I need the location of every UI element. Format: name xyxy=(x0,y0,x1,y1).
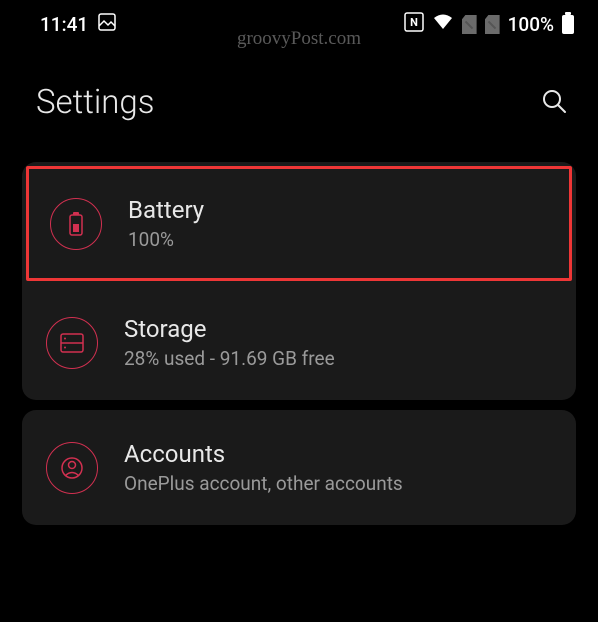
status-time: 11:41 xyxy=(40,13,88,36)
sim-icon-2 xyxy=(485,15,500,34)
storage-icon-circle xyxy=(46,317,98,369)
item-subtitle: OnePlus account, other accounts xyxy=(124,472,556,495)
nfc-icon: N xyxy=(404,12,424,37)
settings-item-storage[interactable]: Storage 28% used - 91.69 GB free xyxy=(22,285,576,400)
picture-icon xyxy=(98,13,116,36)
battery-percent: 100% xyxy=(508,13,554,36)
status-left: 11:41 xyxy=(40,13,116,36)
sim-icon-1 xyxy=(462,15,477,34)
item-content: Storage 28% used - 91.69 GB free xyxy=(124,315,556,370)
wifi-icon xyxy=(432,13,454,36)
battery-icon xyxy=(562,15,574,34)
item-title: Accounts xyxy=(124,440,556,468)
item-content: Battery 100% xyxy=(128,196,552,251)
settings-card: Accounts OnePlus account, other accounts xyxy=(22,410,576,525)
battery-icon-circle xyxy=(50,198,102,250)
settings-item-battery[interactable]: Battery 100% xyxy=(26,166,572,281)
item-content: Accounts OnePlus account, other accounts xyxy=(124,440,556,495)
page-title: Settings xyxy=(36,83,154,122)
item-title: Battery xyxy=(128,196,552,224)
accounts-icon-circle xyxy=(46,442,98,494)
search-icon[interactable] xyxy=(540,87,568,119)
status-bar: 11:41 N 100% xyxy=(0,0,598,43)
status-right: N 100% xyxy=(404,12,574,37)
item-title: Storage xyxy=(124,315,556,343)
item-subtitle: 100% xyxy=(128,228,552,251)
header: Settings xyxy=(0,43,598,152)
settings-item-accounts[interactable]: Accounts OnePlus account, other accounts xyxy=(22,410,576,525)
svg-text:N: N xyxy=(410,16,418,29)
settings-card: Battery 100% Storage 28% used - 91.69 GB… xyxy=(22,162,576,400)
item-subtitle: 28% used - 91.69 GB free xyxy=(124,347,556,370)
